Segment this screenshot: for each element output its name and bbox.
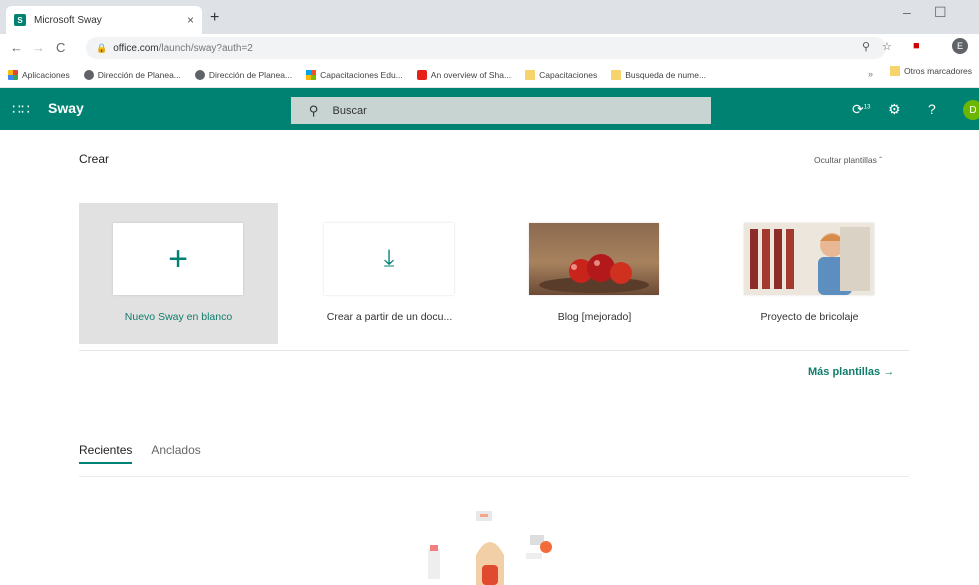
notification-count: 13 [863, 104, 871, 111]
create-heading: Crear [79, 152, 110, 166]
globe-icon [194, 69, 205, 80]
folder-icon [611, 69, 622, 80]
maximize-icon[interactable]: ☐ [934, 4, 947, 21]
url-path: /launch/sway?auth=2 [158, 42, 253, 54]
zoom-icon[interactable]: ⚲ [862, 40, 870, 53]
help-icon[interactable]: ? [928, 101, 936, 117]
bookmark-planeacion-1[interactable]: Dirección de Planea... [83, 69, 181, 80]
browser-tab-strip: S Microsoft Sway × + – ☐ [0, 0, 979, 34]
bookmark-label: Capacitaciones Edu... [320, 69, 403, 80]
minimize-icon[interactable]: – [903, 4, 911, 20]
tab-recent[interactable]: Recientes [79, 443, 133, 464]
app-launcher-icon[interactable]: ∷∷ [12, 101, 30, 118]
arrow-right-icon: → [883, 366, 895, 378]
search-icon: ⚲ [309, 102, 319, 118]
new-tab-button[interactable]: + [210, 9, 219, 27]
app-name[interactable]: Sway [48, 100, 84, 116]
bookmark-label: Otros marcadores [904, 66, 973, 76]
star-icon[interactable]: ☆ [882, 40, 892, 53]
card-thumbnail [744, 223, 874, 295]
office-extension-icon[interactable]: ■ [913, 40, 920, 52]
create-from-document-card[interactable]: ⤓ Crear a partir de un docu... [290, 203, 489, 344]
microsoft-icon [306, 69, 317, 80]
more-templates-link[interactable]: Más plantillas → [808, 366, 894, 378]
bookmark-label: An overview of Sha... [430, 69, 512, 80]
close-tab-icon[interactable]: × [187, 13, 194, 27]
tabs-divider [79, 476, 909, 477]
card-label: Nuevo Sway en blanco [124, 311, 233, 323]
url-text: office.com/launch/sway?auth=2 [113, 43, 253, 54]
plus-icon: + [168, 239, 188, 278]
back-icon[interactable]: ← [10, 40, 23, 55]
bookmarks-overflow-button[interactable]: » [868, 69, 873, 79]
card-thumbnail: + [113, 223, 243, 295]
bookmark-label: Dirección de Planea... [208, 69, 293, 80]
more-templates-label: Más plantillas [808, 366, 881, 378]
browser-tab[interactable]: S Microsoft Sway × [6, 6, 202, 34]
profile-avatar[interactable]: E [952, 38, 968, 54]
bookmarks-bar: Aplicaciones Dirección de Planea... Dire… [0, 62, 979, 88]
bookmark-label: Aplicaciones [22, 69, 70, 80]
new-blank-sway-card[interactable]: + Nuevo Sway en blanco [79, 203, 278, 344]
reload-icon[interactable]: C [56, 40, 65, 55]
folder-icon [890, 66, 900, 76]
browser-tab-title: Microsoft Sway [34, 14, 102, 26]
url-host: office.com [113, 42, 159, 54]
bookmark-label: Busqueda de nume... [625, 69, 707, 80]
bookmark-overview[interactable]: An overview of Sha... [416, 69, 512, 80]
bookmark-label: Capacitaciones [539, 69, 598, 80]
bookmark-planeacion-2[interactable]: Dirección de Planea... [194, 69, 293, 80]
diy-project-template-card[interactable]: Proyecto de bricolaje [710, 203, 909, 344]
card-label: Proyecto de bricolaje [760, 311, 859, 323]
bookmark-apps[interactable]: Aplicaciones [8, 69, 70, 80]
bookmark-capacitaciones-edu[interactable]: Capacitaciones Edu... [306, 69, 403, 80]
section-divider [79, 350, 909, 351]
folder-icon [525, 69, 536, 80]
bookmark-capacitaciones[interactable]: Capacitaciones [525, 69, 598, 80]
blog-template-card[interactable]: Blog [mejorado] [495, 203, 694, 344]
search-placeholder: Buscar [332, 104, 367, 117]
globe-icon [83, 69, 94, 80]
hide-templates-label: Ocultar plantillas [814, 155, 877, 165]
painting-child-image [744, 223, 874, 295]
apps-grid-icon [8, 69, 18, 80]
recents-tabs: Recientes Anclados [79, 443, 220, 464]
apples-image [539, 254, 649, 293]
chevron-up-icon: ˆ [879, 155, 883, 165]
sway-favicon-icon: S [14, 14, 26, 26]
address-bar-row: ← → C 🔒 office.com/launch/sway?auth=2 [0, 34, 979, 62]
upload-icon: ⤓ [383, 245, 395, 272]
lock-icon: 🔒 [96, 42, 108, 53]
bookmark-other[interactable]: Otros marcadores [890, 66, 972, 76]
forward-icon[interactable]: → [32, 40, 45, 55]
settings-gear-icon[interactable]: ⚙ [888, 101, 901, 118]
hide-templates-button[interactable]: Ocultar plantillas ˆ [814, 155, 882, 165]
bookmark-label: Dirección de Planea... [97, 69, 181, 80]
empty-state-illustration [428, 511, 552, 585]
user-avatar[interactable]: D [963, 100, 979, 120]
card-thumbnail: ⤓ [324, 223, 454, 295]
youtube-icon [416, 69, 427, 80]
search-box[interactable]: ⚲ Buscar [291, 97, 711, 124]
card-label: Crear a partir de un docu... [326, 311, 453, 323]
tab-pinned[interactable]: Anclados [151, 443, 200, 464]
notifications-icon[interactable]: ⟳13 [852, 101, 870, 118]
card-thumbnail [529, 223, 659, 295]
bookmark-busqueda[interactable]: Busqueda de nume... [611, 69, 707, 80]
card-label: Blog [mejorado] [557, 311, 632, 323]
url-bar[interactable]: 🔒 office.com/launch/sway?auth=2 [86, 37, 886, 59]
